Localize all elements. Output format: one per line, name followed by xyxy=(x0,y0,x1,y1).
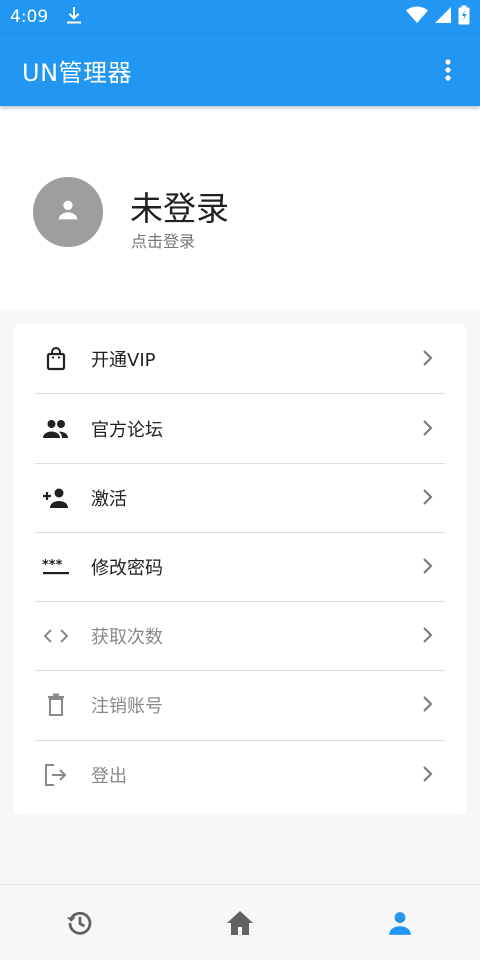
menu-item-label: 激活 xyxy=(91,488,127,510)
person-add-icon xyxy=(42,484,70,512)
code-icon xyxy=(42,622,70,650)
avatar[interactable] xyxy=(33,177,103,247)
wifi-icon xyxy=(406,6,428,29)
menu-item-label: 修改密码 xyxy=(91,557,163,579)
more-vert-icon[interactable] xyxy=(438,50,458,90)
app-bar: UN管理器 xyxy=(0,34,480,106)
home-icon[interactable] xyxy=(220,907,260,939)
bottom-nav xyxy=(0,884,480,960)
menu-item-activate[interactable]: 激活 xyxy=(14,463,466,532)
menu-item-label: 注销账号 xyxy=(91,695,163,717)
delete-icon xyxy=(42,691,70,719)
menu-item-forum[interactable]: 官方论坛 xyxy=(14,394,466,463)
profile-header[interactable]: 未登录 点击登录 xyxy=(0,106,480,310)
battery-icon xyxy=(458,5,470,30)
chevron-right-icon xyxy=(420,762,436,786)
chevron-right-icon xyxy=(420,623,436,647)
shopping-bag-icon xyxy=(42,345,70,373)
history-icon[interactable] xyxy=(60,907,100,939)
chevron-right-icon xyxy=(420,692,436,716)
chevron-right-icon xyxy=(420,416,436,440)
profile-name: 未登录 xyxy=(130,189,229,228)
menu-item-vip[interactable]: 开通VIP xyxy=(14,324,466,393)
login-prompt[interactable]: 点击登录 xyxy=(131,228,195,252)
status-time: 4:09 xyxy=(10,7,49,27)
status-bar: 4:09 xyxy=(0,0,480,34)
menu-item-label: 获取次数 xyxy=(91,626,163,648)
person-icon xyxy=(54,196,82,228)
menu-item-logout[interactable]: 登出 xyxy=(14,740,466,809)
menu-item-label: 登出 xyxy=(91,765,127,787)
menu-item-delete-account[interactable]: 注销账号 xyxy=(14,670,466,739)
app-title: UN管理器 xyxy=(22,58,133,87)
menu-item-label: 开通VIP xyxy=(91,349,156,371)
menu-card: 开通VIP 官方论坛 激活 *** 修改密码 获取次数 注销账号 登出 xyxy=(14,324,466,814)
group-icon xyxy=(42,415,70,443)
chevron-right-icon xyxy=(420,346,436,370)
menu-item-change-password[interactable]: *** 修改密码 xyxy=(14,532,466,601)
signal-icon xyxy=(434,6,452,29)
logout-icon xyxy=(42,761,70,789)
menu-item-label: 官方论坛 xyxy=(91,419,163,441)
password-icon: *** xyxy=(42,553,70,581)
svg-text:***: *** xyxy=(42,559,63,573)
person-icon[interactable] xyxy=(380,907,420,939)
download-icon xyxy=(66,6,82,29)
menu-item-get-count[interactable]: 获取次数 xyxy=(14,601,466,670)
chevron-right-icon xyxy=(420,554,436,578)
chevron-right-icon xyxy=(420,485,436,509)
